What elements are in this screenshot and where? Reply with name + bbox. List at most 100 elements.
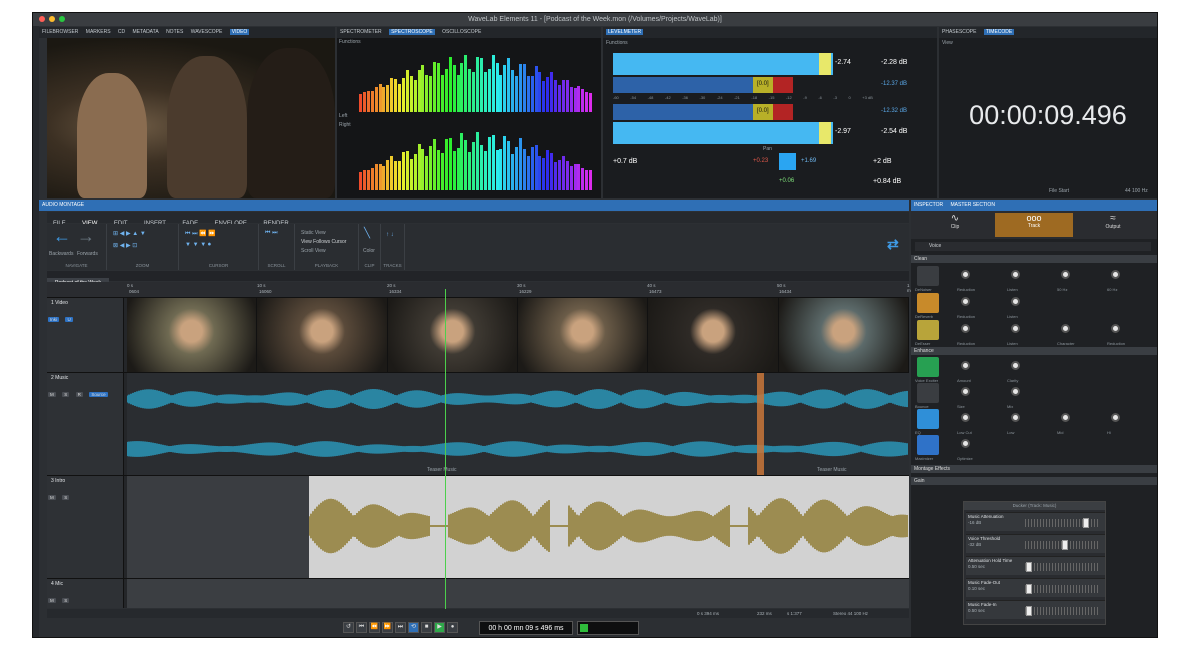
loop-icon[interactable]: ⟲ (408, 622, 419, 633)
close-button[interactable] (39, 16, 45, 22)
clean-dereverb-knob[interactable] (961, 297, 970, 306)
tab-spectroscope[interactable]: SPECTROSCOPE (389, 29, 435, 35)
ribbon-swap-icon[interactable]: ⇄ (887, 236, 899, 253)
section-montage-effects[interactable]: Montage Effects (911, 465, 1157, 473)
enhance-eq-knob[interactable] (961, 413, 970, 422)
clean-denoiser-knob[interactable] (961, 270, 970, 279)
spectro-functions[interactable]: Functions (339, 39, 361, 45)
track-intro-header[interactable]: 3 Intro M S (47, 476, 124, 578)
intro-clip[interactable] (308, 476, 909, 578)
music-solo-button[interactable]: S (62, 392, 70, 397)
ducker-slider-thumb[interactable] (1026, 606, 1032, 616)
go-start-icon[interactable]: ⏮ (356, 622, 367, 633)
minimize-button[interactable] (49, 16, 55, 22)
clean-deesser-knob[interactable] (1011, 324, 1020, 333)
music-source-button[interactable]: Source (89, 392, 108, 397)
play-icon[interactable]: ▶ (434, 622, 445, 633)
mode-clip[interactable]: ∿ Clip (917, 213, 993, 237)
clean-deesser-knob[interactable] (1111, 324, 1120, 333)
tab-notes[interactable]: NOTES (166, 29, 183, 35)
track-mic-header[interactable]: 4 Mic M S (47, 579, 124, 608)
ducker-slider[interactable] (1025, 606, 1099, 616)
timeline-ruler[interactable]: 0 s10 s20 s30 s40 s50 s1 mn0604160601633… (47, 282, 913, 297)
ducker-slider-thumb[interactable] (1083, 518, 1089, 528)
video-inki-button[interactable]: Inki (48, 317, 60, 322)
clean-dereverb-icon[interactable] (917, 293, 939, 313)
scroll-view-option[interactable]: Scroll View (301, 248, 326, 254)
mic-mute-button[interactable]: M (48, 598, 56, 603)
section-clean[interactable]: Clean (911, 255, 1157, 263)
tab-timecode[interactable]: TIMECODE (983, 29, 1015, 35)
back-arrow-icon[interactable]: ← (53, 226, 71, 247)
static-view-option[interactable]: Static View (301, 230, 326, 236)
clean-deesser-knob[interactable] (1061, 324, 1070, 333)
clean-denoiser-knob[interactable] (1111, 270, 1120, 279)
enhance-maximizer-knob[interactable] (961, 439, 970, 448)
playhead[interactable] (445, 289, 446, 609)
tab-wavescope[interactable]: WAVESCOPE (191, 29, 223, 35)
tab-master-section[interactable]: MASTER SECTION (950, 202, 994, 208)
video-thumbnails[interactable] (127, 298, 909, 372)
intro-mute-button[interactable]: M (48, 495, 56, 500)
section-enhance[interactable]: Enhance (911, 347, 1157, 355)
tab-cd[interactable]: CD (118, 29, 125, 35)
ducker-slider[interactable] (1025, 540, 1099, 550)
ducker-slider-thumb[interactable] (1062, 540, 1068, 550)
cursor-move-icon[interactable]: ⏮ ⏭ ⏪ ⏩ (185, 230, 216, 238)
scroll-icon[interactable]: ⏮ ⏭ (265, 230, 277, 237)
loop-mode-icon[interactable]: ↺ (343, 622, 354, 633)
mode-output[interactable]: ≈ Output (1075, 213, 1151, 237)
clip-color-label[interactable]: Color (363, 248, 375, 254)
tab-video[interactable]: VIDEO (229, 29, 250, 35)
enhance-exciter-knob[interactable] (1011, 361, 1020, 370)
clean-dereverb-knob[interactable] (1011, 297, 1020, 306)
go-end-icon[interactable]: ⏭ (395, 622, 406, 633)
track-music-header[interactable]: 2 Music M S R Source (47, 373, 124, 475)
music-rec-button[interactable]: R (75, 392, 83, 397)
timecode-view-menu[interactable]: View (942, 40, 953, 46)
tab-metadata[interactable]: METADATA (133, 29, 159, 35)
clean-denoiser-knob[interactable] (1061, 270, 1070, 279)
enhance-bounce-knob[interactable] (1011, 387, 1020, 396)
tab-inspector[interactable]: INSPECTOR (914, 202, 943, 208)
clean-denoiser-icon[interactable] (917, 266, 939, 286)
cursor-jump-icon[interactable]: ▼ ▼ ▼ ⏺ (185, 242, 211, 249)
tab-markers[interactable]: MARKERS (86, 29, 111, 35)
stop-icon[interactable]: ■ (421, 622, 432, 633)
music-mute-button[interactable]: M (48, 392, 56, 397)
fast-forward-icon[interactable]: ⏩ (382, 622, 393, 633)
music-clip-marker[interactable] (757, 373, 764, 475)
enhance-maximizer-icon[interactable] (917, 435, 939, 455)
mic-area[interactable] (127, 579, 909, 608)
rewind-icon[interactable]: ⏪ (369, 622, 380, 633)
mode-track[interactable]: ooo Track (995, 213, 1073, 237)
mic-solo-button[interactable]: S (62, 598, 70, 603)
clean-deesser-icon[interactable] (917, 320, 939, 340)
tab-phasescope[interactable]: PHASESCOPE (942, 29, 976, 35)
zoom-button[interactable] (59, 16, 65, 22)
enhance-eq-knob[interactable] (1111, 413, 1120, 422)
ducker-slider-thumb[interactable] (1026, 584, 1032, 594)
tab-oscilloscope[interactable]: OSCILLOSCOPE (442, 29, 481, 35)
enhance-exciter-knob[interactable] (961, 361, 970, 370)
intro-solo-button[interactable]: S (62, 495, 70, 500)
enhance-exciter-icon[interactable] (917, 357, 939, 377)
enhance-eq-icon[interactable] (917, 409, 939, 429)
zoom-controls-icon[interactable]: ⊞ ◀ ▶ ▲ ▼ (113, 230, 146, 237)
track-move-icon[interactable]: ↑ ↓ (386, 232, 394, 238)
view-follows-cursor-option[interactable]: View Follows Cursor (301, 239, 346, 245)
clean-deesser-knob[interactable] (961, 324, 970, 333)
ducker-slider[interactable] (1025, 518, 1099, 528)
video-u-button[interactable]: U (65, 317, 73, 322)
zoom-fit-icon[interactable]: ⊠ ◀ ▶ ⊡ (113, 242, 137, 249)
tab-spectrometer[interactable]: SPECTROMETER (340, 29, 382, 35)
enhance-eq-knob[interactable] (1011, 413, 1020, 422)
enhance-bounce-icon[interactable] (917, 383, 939, 403)
ducker-slider[interactable] (1025, 584, 1099, 594)
enhance-bounce-knob[interactable] (961, 387, 970, 396)
track-video-header[interactable]: 1 Video Inki U (47, 298, 124, 372)
plugin-selector[interactable]: Voice (915, 242, 1151, 251)
forward-arrow-icon[interactable]: → (77, 226, 95, 247)
ducker-slider-thumb[interactable] (1026, 562, 1032, 572)
ducker-slider[interactable] (1025, 562, 1099, 572)
